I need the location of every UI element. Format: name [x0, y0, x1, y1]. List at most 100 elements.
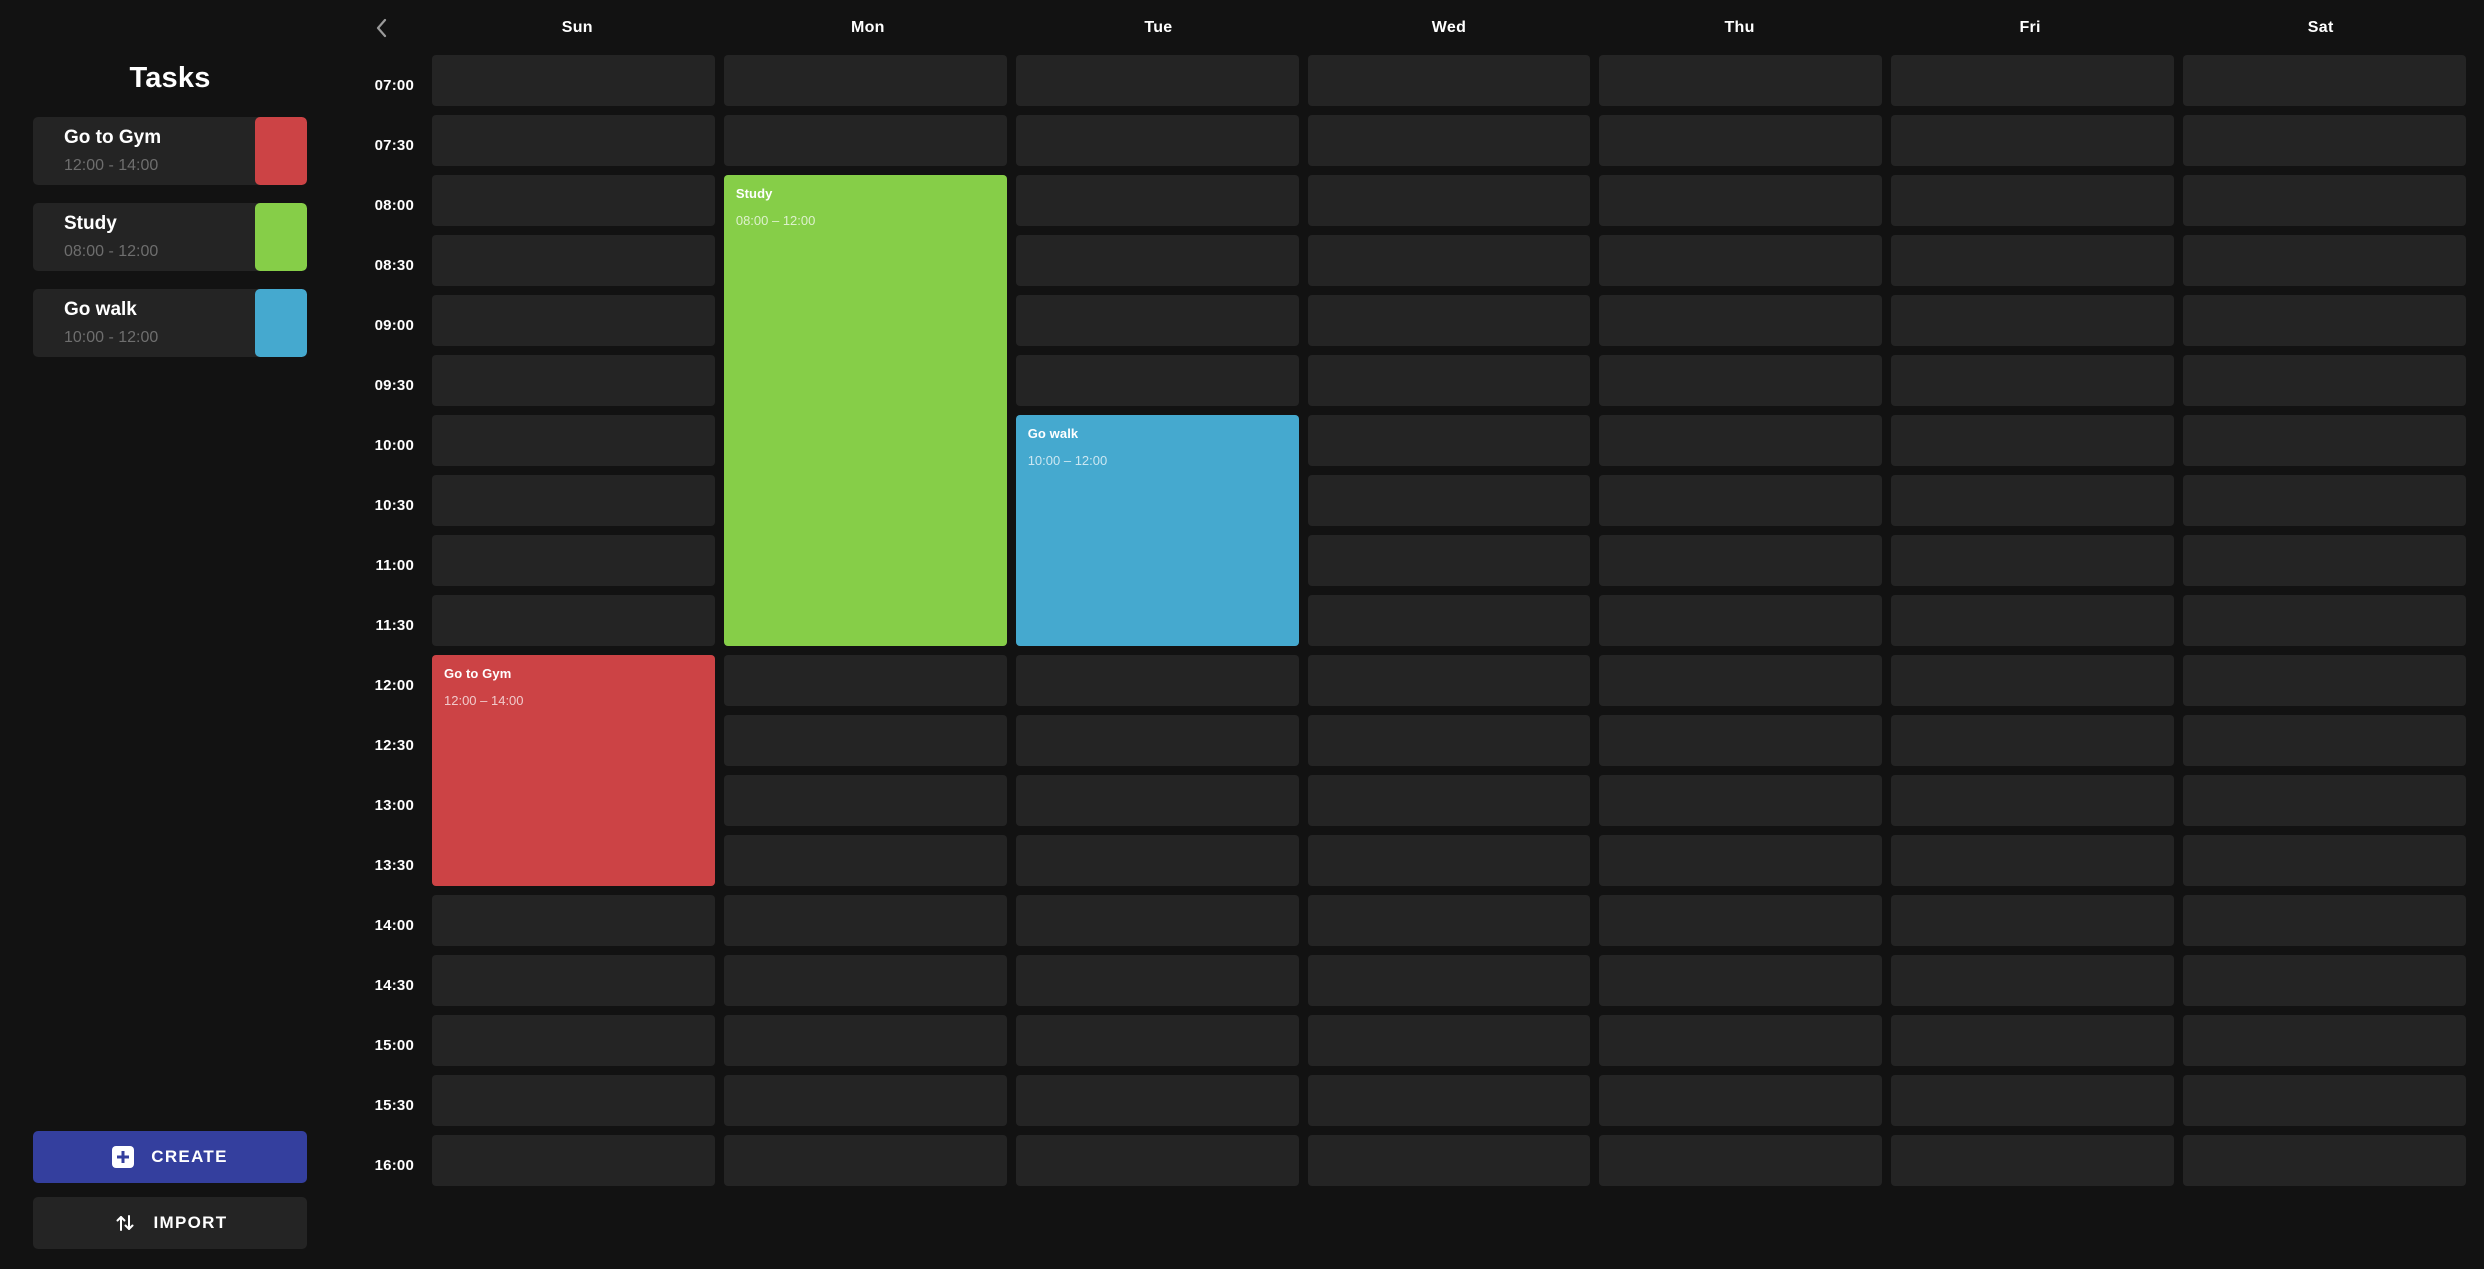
time-slot[interactable]: [2183, 115, 2466, 175]
time-slot[interactable]: [1891, 775, 2175, 835]
time-slot[interactable]: [1891, 1015, 2175, 1075]
time-slot[interactable]: [2183, 535, 2466, 595]
time-slot[interactable]: [2183, 415, 2466, 475]
time-slot[interactable]: [1015, 775, 1299, 835]
time-slot[interactable]: [1307, 415, 1591, 475]
time-slot[interactable]: [432, 595, 715, 655]
time-slot[interactable]: [1891, 895, 2175, 955]
time-slot[interactable]: [432, 355, 715, 415]
time-slot[interactable]: [1307, 655, 1591, 715]
create-button[interactable]: CREATE: [33, 1131, 307, 1183]
time-slot[interactable]: [723, 115, 1007, 175]
time-slot[interactable]: [1891, 235, 2175, 295]
time-slot[interactable]: [1307, 115, 1591, 175]
time-slot[interactable]: [1891, 595, 2175, 655]
time-slot[interactable]: [1599, 715, 1883, 775]
time-slot[interactable]: [1599, 595, 1883, 655]
time-slot[interactable]: [1599, 955, 1883, 1015]
time-slot[interactable]: [432, 535, 715, 595]
time-slot[interactable]: [1891, 55, 2175, 115]
time-slot[interactable]: [1015, 715, 1299, 775]
time-slot[interactable]: [432, 115, 715, 175]
time-slot[interactable]: [1599, 175, 1883, 235]
day-header-mon[interactable]: Mon: [723, 19, 1014, 37]
time-slot[interactable]: [432, 955, 715, 1015]
time-slot[interactable]: [1307, 235, 1591, 295]
time-slot[interactable]: [1307, 1135, 1591, 1195]
time-slot[interactable]: [1599, 55, 1883, 115]
time-slot[interactable]: [1891, 1135, 2175, 1195]
time-slot[interactable]: [1599, 115, 1883, 175]
time-slot[interactable]: [432, 295, 715, 355]
time-slot[interactable]: [1015, 235, 1299, 295]
time-slot[interactable]: [1599, 775, 1883, 835]
time-slot[interactable]: [1599, 835, 1883, 895]
time-slot[interactable]: [1599, 295, 1883, 355]
time-slot[interactable]: [723, 1015, 1007, 1075]
time-slot[interactable]: [2183, 715, 2466, 775]
time-slot[interactable]: [723, 955, 1007, 1015]
time-slot[interactable]: [2183, 775, 2466, 835]
time-slot[interactable]: [1015, 295, 1299, 355]
time-slot[interactable]: [723, 835, 1007, 895]
time-slot[interactable]: [1599, 355, 1883, 415]
day-header-tue[interactable]: Tue: [1013, 19, 1304, 37]
time-slot[interactable]: [432, 415, 715, 475]
time-slot[interactable]: [2183, 55, 2466, 115]
time-slot[interactable]: [723, 655, 1007, 715]
time-slot[interactable]: [723, 715, 1007, 775]
color-swatch-blue[interactable]: [255, 289, 307, 357]
time-slot[interactable]: [1015, 55, 1299, 115]
color-swatch-green[interactable]: [255, 203, 307, 271]
time-slot[interactable]: [2183, 1015, 2466, 1075]
time-slot[interactable]: [2183, 295, 2466, 355]
time-slot[interactable]: [1015, 175, 1299, 235]
time-slot[interactable]: [1891, 715, 2175, 775]
time-slot[interactable]: [2183, 595, 2466, 655]
time-slot[interactable]: [1015, 115, 1299, 175]
time-slot[interactable]: [1015, 835, 1299, 895]
time-slot[interactable]: [1307, 355, 1591, 415]
time-slot[interactable]: [1015, 955, 1299, 1015]
time-slot[interactable]: [1599, 1135, 1883, 1195]
time-slot[interactable]: [1599, 475, 1883, 535]
time-slot[interactable]: [1307, 715, 1591, 775]
time-slot[interactable]: [432, 235, 715, 295]
time-slot[interactable]: [1015, 1015, 1299, 1075]
time-slot[interactable]: [1599, 655, 1883, 715]
time-slot[interactable]: [1307, 535, 1591, 595]
time-slot[interactable]: [2183, 1135, 2466, 1195]
day-header-fri[interactable]: Fri: [1885, 19, 2176, 37]
time-slot[interactable]: [2183, 655, 2466, 715]
day-header-sat[interactable]: Sat: [2175, 19, 2466, 37]
time-slot[interactable]: [1891, 175, 2175, 235]
time-slot[interactable]: [1891, 955, 2175, 1015]
time-slot[interactable]: [432, 55, 715, 115]
time-slot[interactable]: [1015, 655, 1299, 715]
task-card[interactable]: Go to Gym 12:00 - 14:00: [33, 117, 307, 185]
time-slot[interactable]: [2183, 1075, 2466, 1135]
time-slot[interactable]: [1891, 475, 2175, 535]
time-slot[interactable]: [1307, 1015, 1591, 1075]
calendar-event[interactable]: Go walk 10:00 – 12:00: [1015, 415, 1299, 646]
time-slot[interactable]: [1015, 1135, 1299, 1195]
time-slot[interactable]: [2183, 955, 2466, 1015]
time-slot[interactable]: [1891, 535, 2175, 595]
time-slot[interactable]: [1599, 1075, 1883, 1135]
time-slot[interactable]: [1599, 415, 1883, 475]
time-slot[interactable]: [2183, 475, 2466, 535]
day-header-sun[interactable]: Sun: [432, 19, 723, 37]
time-slot[interactable]: [2183, 895, 2466, 955]
time-slot[interactable]: [1891, 1075, 2175, 1135]
task-card[interactable]: Study 08:00 - 12:00: [33, 203, 307, 271]
time-slot[interactable]: [1307, 475, 1591, 535]
time-slot[interactable]: [1307, 175, 1591, 235]
time-slot[interactable]: [1307, 835, 1591, 895]
time-slot[interactable]: [1891, 415, 2175, 475]
time-slot[interactable]: [1307, 775, 1591, 835]
previous-week-button[interactable]: [360, 6, 404, 50]
time-slot[interactable]: [1307, 955, 1591, 1015]
time-slot[interactable]: [1015, 1075, 1299, 1135]
time-slot[interactable]: [432, 475, 715, 535]
time-slot[interactable]: [1891, 115, 2175, 175]
